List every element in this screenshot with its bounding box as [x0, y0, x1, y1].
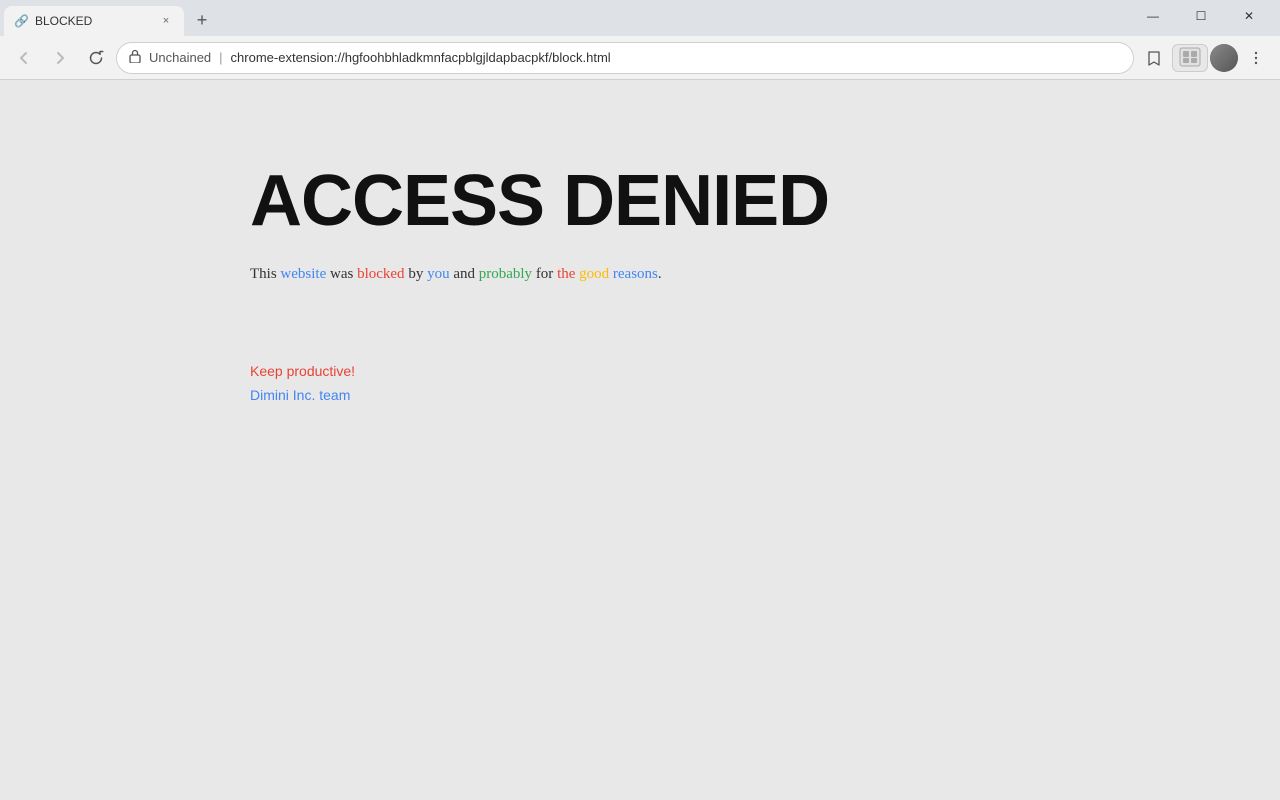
- msg-word-probably: probably: [479, 266, 532, 282]
- msg-word-this: This: [250, 266, 280, 282]
- tab-favicon: 🔗: [14, 14, 29, 28]
- bookmark-icon: [1146, 50, 1162, 66]
- address-bar[interactable]: Unchained | chrome-extension://hgfoohbhl…: [116, 42, 1134, 74]
- msg-word-and: and: [450, 266, 479, 282]
- reload-icon: [88, 50, 104, 66]
- tab-close-button[interactable]: ×: [158, 13, 174, 29]
- msg-word-for: for: [532, 266, 557, 282]
- bookmark-button[interactable]: [1138, 42, 1170, 74]
- extensions-label: [1179, 47, 1201, 69]
- extensions-button[interactable]: [1172, 44, 1208, 72]
- minimize-button[interactable]: —: [1130, 0, 1176, 32]
- profile-button[interactable]: [1210, 44, 1238, 72]
- new-tab-button[interactable]: +: [188, 6, 216, 34]
- menu-icon: [1248, 50, 1264, 66]
- access-denied-heading: ACCESS DENIED: [250, 160, 1280, 242]
- msg-word-good: good: [575, 266, 613, 282]
- tab-title: BLOCKED: [35, 14, 152, 28]
- nav-bar: Unchained | chrome-extension://hgfoohbhl…: [0, 36, 1280, 80]
- reload-button[interactable]: [80, 42, 112, 74]
- block-message: This website was blocked by you and prob…: [250, 266, 1280, 283]
- nav-right-actions: [1138, 42, 1272, 74]
- msg-word-the: the: [557, 266, 575, 282]
- msg-word-was: was: [326, 266, 357, 282]
- back-button[interactable]: [8, 42, 40, 74]
- address-divider: |: [219, 50, 222, 65]
- title-bar: 🔗 BLOCKED × + — ☐ ✕: [0, 0, 1280, 36]
- tab-strip: 🔗 BLOCKED × +: [0, 0, 1122, 36]
- address-lock-icon: [129, 49, 141, 66]
- window-controls: — ☐ ✕: [1122, 0, 1280, 36]
- msg-word-you: you: [427, 266, 450, 282]
- maximize-button[interactable]: ☐: [1178, 0, 1224, 32]
- msg-word-by: by: [405, 266, 428, 282]
- menu-button[interactable]: [1240, 42, 1272, 74]
- keep-productive-text: Keep productive!: [250, 363, 1280, 379]
- msg-word-blocked: blocked: [357, 266, 404, 282]
- chrome-window: 🔗 BLOCKED × + — ☐ ✕: [0, 0, 1280, 800]
- close-button[interactable]: ✕: [1226, 0, 1272, 32]
- forward-icon: [52, 50, 68, 66]
- team-credit-text: Dimini Inc. team: [250, 387, 1280, 403]
- address-source-label: Unchained: [149, 50, 211, 65]
- msg-word-period: .: [658, 266, 662, 282]
- msg-word-website: website: [280, 266, 326, 282]
- active-tab[interactable]: 🔗 BLOCKED ×: [4, 6, 184, 36]
- page-content: ACCESS DENIED This website was blocked b…: [0, 80, 1280, 800]
- msg-word-reasons: reasons: [613, 266, 658, 282]
- back-icon: [16, 50, 32, 66]
- address-url: chrome-extension://hgfoohbhladkmnfacpblg…: [231, 50, 1121, 65]
- forward-button[interactable]: [44, 42, 76, 74]
